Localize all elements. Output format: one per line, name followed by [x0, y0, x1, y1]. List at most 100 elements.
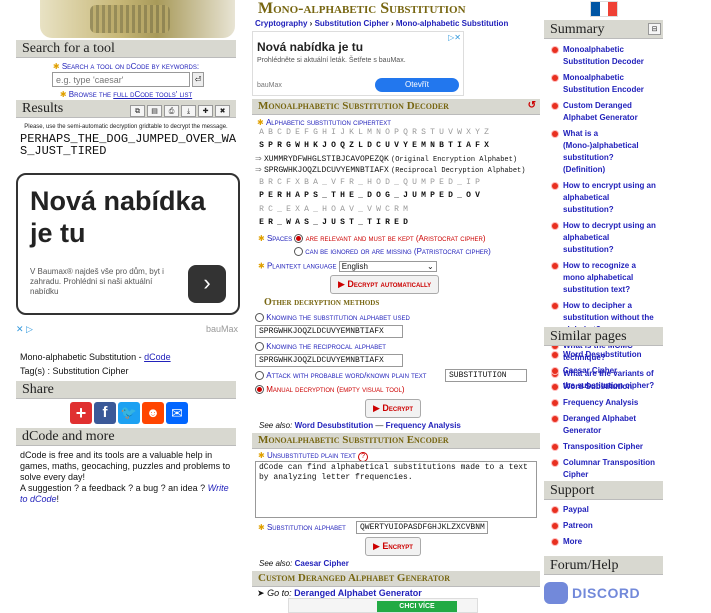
- word-desubstitution-link[interactable]: Word Desubstitution: [295, 421, 374, 430]
- search-submit-button[interactable]: ⏎: [192, 72, 204, 87]
- plain-letter[interactable]: V: [473, 191, 482, 200]
- key-letter[interactable]: P: [266, 141, 275, 150]
- bottom-ad[interactable]: Chci více: [288, 598, 478, 613]
- plain-letter[interactable]: W: [284, 218, 293, 227]
- key-letter[interactable]: V: [392, 141, 401, 150]
- opt-manual-radio[interactable]: [255, 385, 264, 395]
- plain-letter[interactable]: _: [356, 218, 365, 227]
- reddit-icon[interactable]: ☻: [142, 402, 164, 424]
- collapse-icon[interactable]: ⊟: [648, 23, 661, 35]
- plain-letter[interactable]: E: [257, 218, 266, 227]
- spaces-ignore-radio[interactable]: [294, 247, 303, 257]
- language-select[interactable]: English ⌄: [338, 261, 437, 272]
- summary-item[interactable]: How to encrypt using an alphabetical sub…: [544, 178, 663, 218]
- key-letter[interactable]: T: [446, 141, 455, 150]
- opt-substitution-radio[interactable]: [255, 313, 264, 323]
- key-letter[interactable]: W: [293, 141, 302, 150]
- plain-letter[interactable]: E: [392, 218, 401, 227]
- similar-item[interactable]: Transposition Cipher: [544, 439, 663, 455]
- key-letter[interactable]: C: [374, 141, 383, 150]
- substitution-alphabet-input[interactable]: SPRGWHKJOQZLDCUVYEMNBTIAFX: [255, 325, 403, 338]
- key-letter[interactable]: I: [455, 141, 464, 150]
- plain-letter[interactable]: T: [329, 191, 338, 200]
- top-ad[interactable]: Nová nabídka je tu Prohlédněte si aktuál…: [252, 31, 464, 96]
- breadcrumb-substitution[interactable]: Substitution Cipher: [315, 19, 389, 28]
- plain-letter[interactable]: O: [374, 191, 383, 200]
- key-letter[interactable]: R: [275, 141, 284, 150]
- summary-item[interactable]: How to recognize a mono alphabetical sub…: [544, 258, 663, 298]
- plain-letter[interactable]: J: [401, 191, 410, 200]
- browse-tools-link[interactable]: full dCode tools' list: [113, 90, 192, 99]
- plain-letter[interactable]: I: [374, 218, 383, 227]
- key-letter[interactable]: Z: [347, 141, 356, 150]
- plain-letter[interactable]: D: [401, 218, 410, 227]
- plain-letter[interactable]: U: [329, 218, 338, 227]
- support-item[interactable]: More: [544, 534, 663, 550]
- ad-close-icon[interactable]: ▷✕: [448, 33, 461, 42]
- similar-item[interactable]: Word Substitution: [544, 379, 663, 395]
- plain-letter[interactable]: O: [464, 191, 473, 200]
- similar-item[interactable]: Frequency Analysis: [544, 395, 663, 411]
- dcode-link[interactable]: dCode: [144, 352, 171, 362]
- encrypt-button[interactable]: ▶ Encrypt: [365, 537, 421, 556]
- download-icon[interactable]: ⤓: [181, 105, 196, 117]
- decrypt-grid-row1-plain[interactable]: P E R H A P S _ T H E _ D O G _ J U M P E D _ O V: [257, 191, 482, 200]
- discord-link[interactable]: DISCORD: [544, 580, 663, 606]
- plain-letter[interactable]: T: [365, 218, 374, 227]
- plain-letter[interactable]: S: [338, 218, 347, 227]
- plain-letter[interactable]: R: [266, 218, 275, 227]
- spaces-keep-radio[interactable]: [294, 234, 304, 244]
- key-letter[interactable]: O: [329, 141, 338, 150]
- key-letter[interactable]: A: [464, 141, 473, 150]
- caesar-cipher-link[interactable]: Caesar Cipher: [295, 559, 349, 568]
- plain-letter[interactable]: _: [275, 218, 284, 227]
- twitter-icon[interactable]: 🐦: [118, 402, 140, 424]
- key-letter[interactable]: S: [257, 141, 266, 150]
- plain-letter[interactable]: _: [455, 191, 464, 200]
- plain-letter[interactable]: U: [410, 191, 419, 200]
- refresh-icon[interactable]: ↺: [528, 100, 536, 111]
- support-item[interactable]: Patreon: [544, 518, 663, 534]
- decrypt-grid-row2-plain[interactable]: E R _ W A S _ J U S T _ T I R E D: [257, 218, 410, 227]
- search-input[interactable]: e.g. type 'caesar': [52, 72, 190, 87]
- plain-letter[interactable]: G: [383, 191, 392, 200]
- result-output[interactable]: PERHAPS_THE_DOG_JUMPED_OVER_WAS_JUST_TIR…: [20, 133, 238, 157]
- key-letter[interactable]: E: [410, 141, 419, 150]
- key-letter[interactable]: Y: [401, 141, 410, 150]
- language-flag[interactable]: [590, 1, 618, 17]
- opt-attack-radio[interactable]: [255, 371, 264, 381]
- decrypt-button[interactable]: ▶ Decrypt: [365, 399, 422, 418]
- bottom-ad-button[interactable]: Chci více: [377, 601, 457, 612]
- plain-letter[interactable]: J: [320, 218, 329, 227]
- known-word-input[interactable]: SUBSTITUTION: [445, 369, 527, 382]
- plain-letter[interactable]: D: [446, 191, 455, 200]
- key-letter[interactable]: B: [437, 141, 446, 150]
- plain-letter[interactable]: P: [302, 191, 311, 200]
- plain-letter[interactable]: M: [419, 191, 428, 200]
- key-row[interactable]: SPRGWHKJOQZLDCUVYEMNBTIAFX: [257, 141, 491, 150]
- key-letter[interactable]: M: [419, 141, 428, 150]
- plain-letter[interactable]: H: [284, 191, 293, 200]
- key-letter[interactable]: J: [320, 141, 329, 150]
- deranged-generator-link[interactable]: Deranged Alphabet Generator: [294, 588, 422, 598]
- plain-letter[interactable]: A: [293, 218, 302, 227]
- plain-letter[interactable]: H: [338, 191, 347, 200]
- save-icon[interactable]: ▤: [147, 105, 162, 117]
- plain-letter[interactable]: _: [356, 191, 365, 200]
- similar-item[interactable]: Word Desubstitution: [544, 347, 663, 363]
- close-icon[interactable]: ✖: [215, 105, 230, 117]
- key-letter[interactable]: K: [311, 141, 320, 150]
- breadcrumb-cryptography[interactable]: Cryptography: [255, 19, 307, 28]
- ad-choices-icon[interactable]: ✕ ▷: [16, 324, 33, 335]
- plain-letter[interactable]: T: [347, 218, 356, 227]
- key-letter[interactable]: Q: [338, 141, 347, 150]
- key-letter[interactable]: U: [383, 141, 392, 150]
- similar-item[interactable]: Caesar Cipher: [544, 363, 663, 379]
- summary-item[interactable]: Monoalphabetic Substitution Encoder: [544, 70, 663, 98]
- facebook-icon[interactable]: f: [94, 402, 116, 424]
- key-letter[interactable]: N: [428, 141, 437, 150]
- plain-letter[interactable]: S: [302, 218, 311, 227]
- summary-item[interactable]: What is a (Mono-)alphabetical substituti…: [544, 126, 663, 178]
- encoder-alphabet-input[interactable]: QWERTYUIOPASDFGHJKLZXCVBNM: [356, 521, 488, 534]
- plain-letter[interactable]: A: [293, 191, 302, 200]
